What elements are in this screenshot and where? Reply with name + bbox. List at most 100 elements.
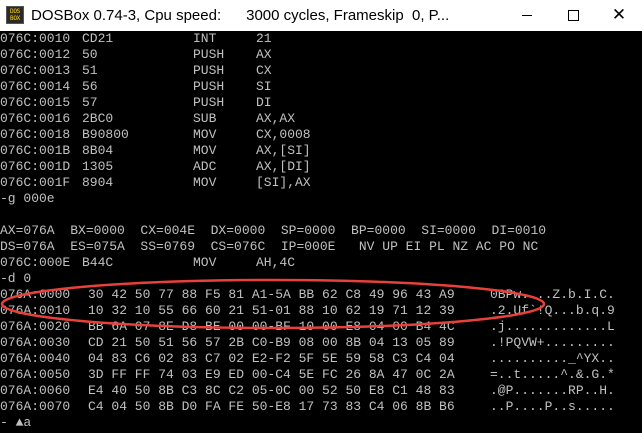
disasm-address: 076C:0010 bbox=[0, 31, 71, 46]
disasm-mnemonic: MOV bbox=[193, 255, 217, 270]
disasm-address: 076C:001D bbox=[0, 159, 71, 174]
close-button[interactable]: ✕ bbox=[596, 0, 642, 31]
disasm-mnemonic: PUSH bbox=[193, 63, 225, 78]
dump-ascii: 0BPw....Z.b.I.C. bbox=[490, 287, 615, 302]
disasm-bytes: CD21 bbox=[82, 31, 114, 46]
disasm-mnemonic: MOV bbox=[193, 175, 217, 190]
dump-hex: 30 42 50 77 88 F5 81 A1-5A BB 62 C8 49 9… bbox=[88, 287, 455, 302]
dump-hex: 04 83 C6 02 83 C7 02 E2-F2 5F 5E 59 58 C… bbox=[88, 351, 455, 366]
window-title: DOSBox 0.74-3, Cpu speed: 3000 cycles, F… bbox=[31, 7, 450, 24]
dosbox-icon: DOS BOX bbox=[6, 6, 24, 24]
disasm-mnemonic: PUSH bbox=[193, 95, 225, 110]
disasm-operands: AX bbox=[256, 47, 272, 62]
disasm-operands: SI bbox=[256, 79, 272, 94]
disasm-operands: CX,0008 bbox=[256, 127, 311, 142]
dump-ascii: .2.Uf`!Q...b.q.9 bbox=[490, 303, 615, 318]
dump-hex: BB 6A 07 8E D8 BE 00 00-BF 10 00 E8 04 0… bbox=[88, 319, 455, 334]
register-line-2: DS=076A ES=075A SS=0769 CS=076C IP=000E … bbox=[0, 239, 539, 254]
current-instruction: 076C:000E B44C MOV AH,4C bbox=[0, 255, 642, 271]
dump-hex: C4 04 50 8B D0 FA FE 50-E8 17 73 83 C4 0… bbox=[88, 399, 455, 414]
dump-address: 076A:0070 bbox=[0, 399, 71, 414]
disasm-mnemonic: MOV bbox=[193, 127, 217, 142]
dosbox-window: DOS BOX DOSBox 0.74-3, Cpu speed: 3000 c… bbox=[0, 0, 642, 433]
disasm-address: 076C:0018 bbox=[0, 127, 71, 142]
dump-hex: 3D FF FF 74 03 E9 ED 00-C4 5E FC 26 8A 4… bbox=[88, 367, 455, 382]
dump-ascii: =..t.....^.&.G.* bbox=[490, 367, 615, 382]
disasm-bytes: 8B04 bbox=[82, 143, 114, 158]
disasm-operands: CX bbox=[256, 63, 272, 78]
disasm-line: 076C:001D 1305 ADC AX,[DI] bbox=[0, 159, 642, 175]
disasm-address: 076C:0012 bbox=[0, 47, 71, 62]
disasm-bytes: 1305 bbox=[82, 159, 114, 174]
close-icon: ✕ bbox=[611, 5, 627, 25]
dump-row: 076A:0000 30 42 50 77 88 F5 81 A1-5A BB … bbox=[0, 287, 642, 303]
dump-ascii: ..P....P..s..... bbox=[490, 399, 615, 414]
disasm-operands: 21 bbox=[256, 31, 272, 46]
dump-row: 076A:0030 CD 21 50 51 56 57 2B C0-B9 08 … bbox=[0, 335, 642, 351]
dump-ascii: .j.............L bbox=[490, 319, 615, 334]
dump-hex: 10 32 10 55 66 60 21 51-01 88 10 62 19 7… bbox=[88, 303, 455, 318]
disasm-operands: [SI],AX bbox=[256, 175, 311, 190]
disasm-bytes: 56 bbox=[82, 79, 98, 94]
command-prompt[interactable]: - ▲a bbox=[0, 415, 642, 431]
dump-ascii: .!PQVW+......... bbox=[490, 335, 615, 350]
disasm-mnemonic: INT bbox=[193, 31, 217, 46]
disasm-line: 076C:0015 57 PUSH DI bbox=[0, 95, 642, 111]
dump-address: 076A:0060 bbox=[0, 383, 71, 398]
disasm-line: 076C:001F 8904 MOV [SI],AX bbox=[0, 175, 642, 191]
disasm-bytes: 8904 bbox=[82, 175, 114, 190]
dump-address: 076A:0010 bbox=[0, 303, 71, 318]
dump-ascii: .........._^YX.. bbox=[490, 351, 615, 366]
dump-address: 076A:0000 bbox=[0, 287, 71, 302]
disasm-line: 076C:0016 2BC0 SUB AX,AX bbox=[0, 111, 642, 127]
disasm-address: 076C:0016 bbox=[0, 111, 71, 126]
disasm-address: 076C:0013 bbox=[0, 63, 71, 78]
disasm-line: 076C:0013 51 PUSH CX bbox=[0, 63, 642, 79]
dump-address: 076A:0020 bbox=[0, 319, 71, 334]
disasm-bytes: 57 bbox=[82, 95, 98, 110]
disasm-mnemonic: PUSH bbox=[193, 47, 225, 62]
disasm-mnemonic: PUSH bbox=[193, 79, 225, 94]
dump-row: 076A:0010 10 32 10 55 66 60 21 51-01 88 … bbox=[0, 303, 642, 319]
dump-address: 076A:0030 bbox=[0, 335, 71, 350]
disasm-bytes: 51 bbox=[82, 63, 98, 78]
command-go: -g 000e bbox=[0, 191, 55, 206]
disasm-operands: AX,AX bbox=[256, 111, 296, 126]
disasm-operands: AX,[SI] bbox=[256, 143, 311, 158]
dump-row: 076A:0070 C4 04 50 8B D0 FA FE 50-E8 17 … bbox=[0, 399, 642, 415]
disasm-address: 076C:000E bbox=[0, 255, 71, 270]
disasm-line: 076C:0014 56 PUSH SI bbox=[0, 79, 642, 95]
disasm-address: 076C:0014 bbox=[0, 79, 71, 94]
disasm-line: 076C:001B 8B04 MOV AX,[SI] bbox=[0, 143, 642, 159]
disasm-operands: AH,4C bbox=[256, 255, 296, 270]
dump-address: 076A:0040 bbox=[0, 351, 71, 366]
disasm-bytes: B44C bbox=[82, 255, 114, 270]
register-line-1: AX=076A BX=0000 CX=004E DX=0000 SP=0000 … bbox=[0, 223, 547, 238]
minimize-button[interactable] bbox=[504, 0, 550, 31]
minimize-icon bbox=[522, 15, 532, 16]
disasm-address: 076C:0015 bbox=[0, 95, 71, 110]
dump-row: 076A:0050 3D FF FF 74 03 E9 ED 00-C4 5E … bbox=[0, 367, 642, 383]
disasm-operands: DI bbox=[256, 95, 272, 110]
maximize-icon bbox=[568, 10, 579, 21]
dump-row: 076A:0060 E4 40 50 8B C3 8C C2 05-0C 00 … bbox=[0, 383, 642, 399]
dos-console[interactable]: 076C:0010 CD21 INT 21 076C:0012 50 PUSH … bbox=[0, 31, 642, 433]
disasm-mnemonic: ADC bbox=[193, 159, 217, 174]
disasm-bytes: B90800 bbox=[82, 127, 129, 142]
dump-hex: CD 21 50 51 56 57 2B C0-B9 08 00 8B 04 1… bbox=[88, 335, 455, 350]
maximize-button[interactable] bbox=[550, 0, 596, 31]
disasm-line: 076C:0010 CD21 INT 21 bbox=[0, 31, 642, 47]
dump-hex: E4 40 50 8B C3 8C C2 05-0C 00 52 50 E8 C… bbox=[88, 383, 455, 398]
command-dump: -d 0 bbox=[0, 271, 32, 286]
dump-ascii: .@P.......RP..H. bbox=[490, 383, 615, 398]
title-bar[interactable]: DOS BOX DOSBox 0.74-3, Cpu speed: 3000 c… bbox=[0, 0, 642, 31]
disasm-address: 076C:001B bbox=[0, 143, 71, 158]
disasm-bytes: 2BC0 bbox=[82, 111, 114, 126]
disasm-line: 076C:0012 50 PUSH AX bbox=[0, 47, 642, 63]
dump-row: 076A:0020 BB 6A 07 8E D8 BE 00 00-BF 10 … bbox=[0, 319, 642, 335]
dump-address: 076A:0050 bbox=[0, 367, 71, 382]
disasm-operands: AX,[DI] bbox=[256, 159, 311, 174]
disasm-mnemonic: MOV bbox=[193, 143, 217, 158]
disasm-mnemonic: SUB bbox=[193, 111, 217, 126]
disasm-address: 076C:001F bbox=[0, 175, 71, 190]
